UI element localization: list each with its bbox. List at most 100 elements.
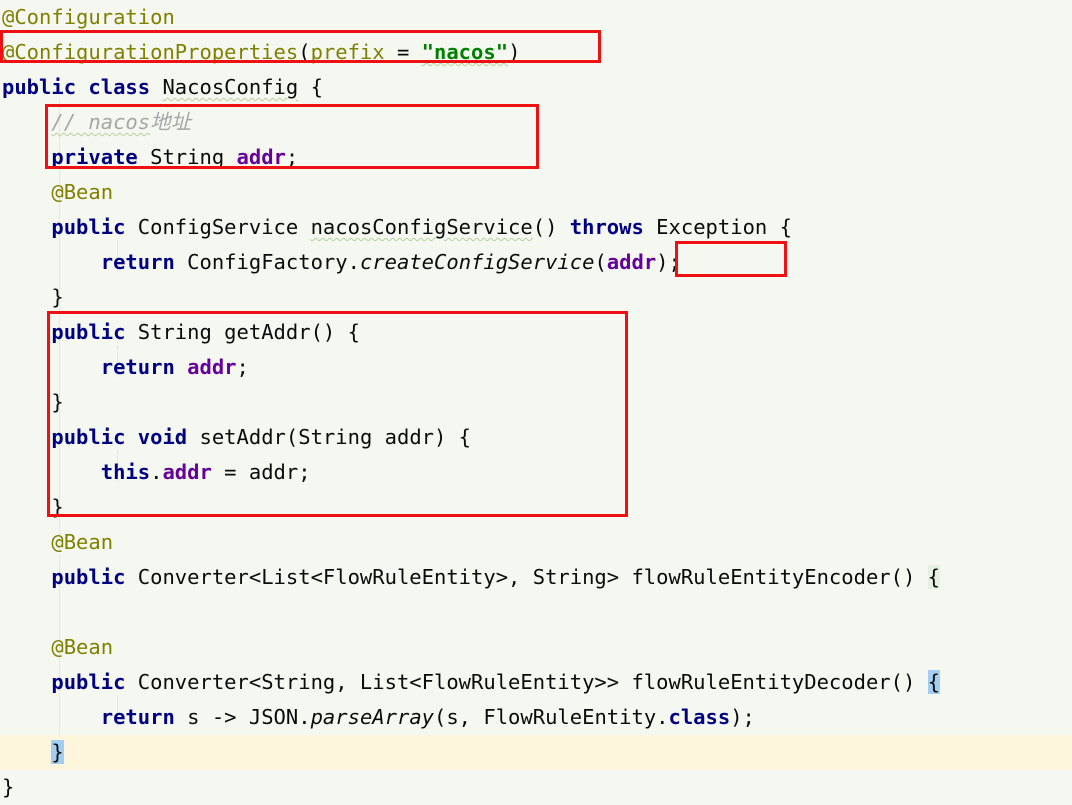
code-line[interactable]: public class NacosConfig { [0,70,1072,105]
code-token: public [2,75,77,99]
code-token: throws [569,215,644,239]
code-line[interactable]: @Bean [0,175,1072,210]
code-line[interactable]: @Bean [0,525,1072,560]
code-line[interactable]: // nacos地址 [0,105,1072,140]
source-code-text[interactable]: @Configuration @ConfigurationProperties(p… [0,0,1072,799]
code-token: private [51,145,138,169]
code-token: NacosConfig [162,75,299,99]
code-line[interactable]: private String addr; [0,140,1072,175]
code-token: class [88,75,151,99]
code-token: public [51,320,126,344]
code-token: ; [285,145,299,169]
code-token: ( [298,40,311,64]
code-token: . [150,460,163,484]
code-token: return [100,250,175,274]
code-token: { [927,565,941,589]
code-token: @Bean [51,180,114,204]
code-token: s -> JSON. [174,705,311,729]
code-line[interactable]: @ConfigurationProperties(prefix = "nacos… [0,35,1072,70]
code-token: } [51,390,64,414]
code-token: ( [594,250,607,274]
code-line[interactable]: @Bean [0,630,1072,665]
code-token: ConfigService [125,215,311,239]
code-token: ); [730,705,755,729]
code-token: prefix [310,40,385,64]
code-token: public [51,565,126,589]
code-token: return [100,355,175,379]
code-token: public [51,670,126,694]
code-token: this [100,460,151,484]
code-token: String [137,145,237,169]
code-token: @Bean [51,530,114,554]
code-token: 地址 [150,110,192,134]
code-line[interactable]: public void setAddr(String addr) { [0,420,1072,455]
code-line[interactable]: public Converter<String, List<FlowRuleEn… [0,665,1072,700]
code-token: { [298,75,323,99]
code-token: } [2,775,15,799]
code-token: addr [162,460,212,484]
code-line[interactable]: public Converter<List<FlowRuleEntity>, S… [0,560,1072,595]
code-token: class [668,705,731,729]
code-token: } [51,285,64,309]
code-token: addr [236,145,286,169]
code-token: ) [508,40,521,64]
code-token: () [532,215,570,239]
code-token: createConfigService [359,250,595,274]
code-line[interactable]: return s -> JSON.parseArray(s, FlowRuleE… [0,700,1072,735]
code-token: @ConfigurationProperties [2,40,299,64]
code-token: // nacos [51,110,151,134]
code-line[interactable]: return ConfigFactory.createConfigService… [0,245,1072,280]
code-editor-viewport[interactable]: @Configuration @ConfigurationProperties(p… [0,0,1072,799]
code-line[interactable]: public String getAddr() { [0,315,1072,350]
code-line[interactable]: this.addr = addr; [0,455,1072,490]
code-token: = addr; [211,460,311,484]
code-token: ConfigFactory. [174,250,360,274]
code-token: } [51,740,64,764]
code-line[interactable]: public ConfigService nacosConfigService(… [0,210,1072,245]
code-line[interactable] [0,595,1072,630]
code-token: nacosConfigService [310,215,533,239]
code-token: ); [656,250,681,274]
code-token: addr [606,250,657,274]
code-token: ; [236,355,249,379]
code-line[interactable]: } [0,770,1072,805]
code-line[interactable]: } [0,735,1072,770]
code-token: Converter<String, List<FlowRuleEntity>> … [125,670,928,694]
code-line[interactable]: @Configuration [0,0,1072,35]
code-token: } [51,495,64,519]
code-token: setAddr(String addr) { [187,425,472,449]
code-line[interactable]: } [0,385,1072,420]
code-token: "nacos" [421,40,509,64]
code-token: addr [187,355,237,379]
code-token: return [100,705,175,729]
code-line[interactable]: } [0,280,1072,315]
code-line[interactable]: return addr; [0,350,1072,385]
code-token: String getAddr() { [125,320,360,344]
code-token: { [927,670,941,694]
code-token: = [384,40,422,64]
code-line[interactable]: } [0,490,1072,525]
code-token: void [137,425,188,449]
code-token: (s, FlowRuleEntity. [434,705,669,729]
